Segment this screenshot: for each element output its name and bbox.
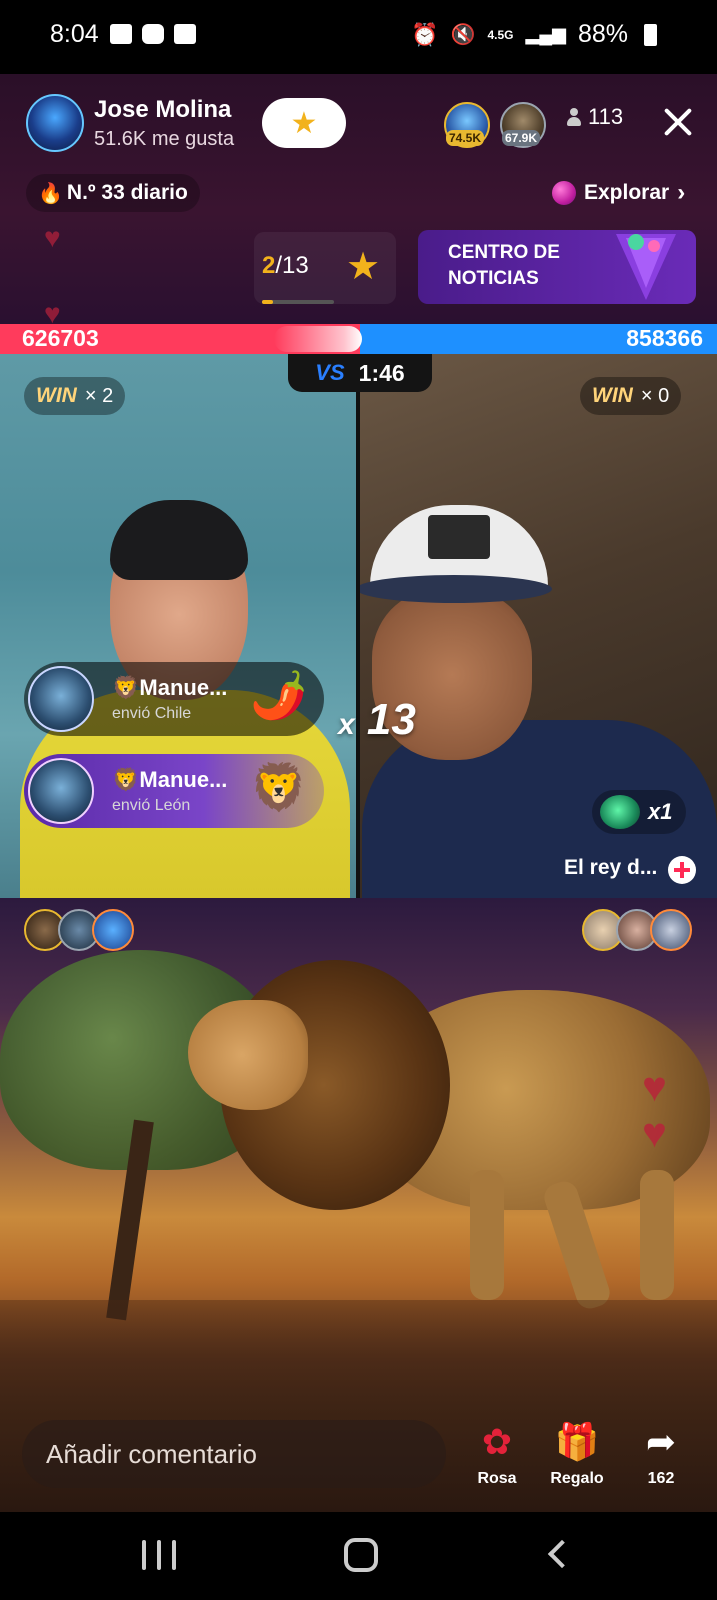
gift-label: Regalo [550, 1470, 604, 1487]
heart-icon: ♥ [44, 298, 61, 329]
news-center-label: CENTRO DE NOTICIAS [448, 242, 560, 289]
home-icon[interactable] [344, 1538, 378, 1572]
chevron-right-icon: › [677, 179, 686, 206]
challenge-total: /13 [275, 252, 309, 279]
heart-icon: ♥ [44, 222, 61, 253]
gift-combo-counter: x 13 [338, 695, 416, 745]
video-divider [356, 354, 360, 898]
flame-icon: 🔥 [38, 182, 63, 205]
right-win-badge: WIN × 0 [580, 377, 682, 415]
planet-icon [552, 181, 576, 205]
chili-gift-icon: 🌶️ [250, 669, 308, 721]
vs-icon: VS [315, 360, 345, 385]
star-icon: ★ [290, 106, 318, 140]
viewer-count-value: 113 [588, 104, 624, 129]
challenge-progress-text: 2/13 [262, 252, 309, 280]
signal-icon: ▂▄▆ [525, 24, 566, 44]
rose-gift-button[interactable]: ✿ Rosa [460, 1420, 534, 1488]
explore-button[interactable]: Explorar › [552, 174, 685, 212]
battery-icon [644, 23, 657, 46]
win-label: WIN [36, 384, 77, 407]
lion-leg-graphic [640, 1170, 674, 1300]
lion-leg-graphic [470, 1170, 504, 1300]
gift-box-icon: 🎁 [554, 1421, 600, 1462]
challenge-progress-fill [262, 300, 273, 304]
gift-action: envió León [112, 797, 191, 814]
follow-button[interactable]: ★ [262, 98, 346, 148]
gift-sender-avatar [28, 666, 94, 732]
lion-gift-icon: 🦁 [250, 761, 308, 813]
opponent-gift-count: x1 [648, 799, 673, 824]
left-win-badge: WIN × 2 [24, 377, 126, 415]
host-likes: 51.6K me gusta [94, 128, 235, 150]
network-label: 4.5G [487, 27, 514, 42]
person-icon [566, 108, 582, 126]
gift-cone-icon [616, 234, 676, 300]
top-viewer-badge: 74.5K [446, 130, 485, 146]
close-icon[interactable] [662, 106, 694, 138]
gift-sender-avatar [28, 758, 94, 824]
opponent-cap-patch [428, 515, 490, 559]
combo-prefix: x [338, 708, 355, 741]
mute-icon: 🔇 [450, 24, 476, 46]
win-count: × 0 [640, 384, 670, 407]
gift-action: envió Chile [112, 705, 192, 722]
comment-input[interactable]: Añadir comentario [22, 1420, 446, 1488]
opponent-name[interactable]: El rey d... [564, 856, 657, 880]
opponent-gift-indicator: x1 [592, 790, 687, 834]
win-count: × 2 [84, 384, 114, 407]
youtube-notification-icon [142, 24, 164, 44]
gift-icon [600, 795, 640, 829]
battle-timer-value: 1:46 [358, 359, 405, 386]
combo-count: 13 [366, 695, 416, 744]
lion-face-graphic [188, 1000, 308, 1110]
heart-icon: ♥ ♥ [642, 1063, 667, 1156]
challenge-progress-track [262, 300, 334, 304]
alarm-icon: ⏰ [411, 21, 439, 47]
notification-icons [110, 24, 196, 44]
calendar-notification-icon [174, 24, 196, 44]
host-avatar[interactable] [26, 94, 84, 152]
image-notification-icon [110, 24, 132, 44]
score-burst [274, 326, 362, 352]
gift-sender-name: 🦁Manue... [112, 767, 228, 792]
gift-sender-name: 🦁Manue... [112, 675, 228, 700]
comment-placeholder: Añadir comentario [46, 1438, 257, 1469]
share-button[interactable]: ➦ 162 [624, 1420, 698, 1488]
status-time: 8:04 [50, 20, 99, 48]
opponent-team-avatar[interactable] [650, 909, 692, 951]
top-viewer-badge: 67.9K [502, 130, 541, 146]
gift-button[interactable]: 🎁 Regalo [540, 1420, 614, 1488]
win-label: WIN [592, 384, 633, 407]
host-team-avatar[interactable] [92, 909, 134, 951]
opponent-cap-brim [356, 575, 552, 603]
battery-percent: 88% [577, 20, 628, 48]
battle-timer: VS 1:46 [288, 354, 432, 392]
challenge-current: 2 [262, 252, 276, 279]
star-icon: ★ [346, 246, 381, 288]
explore-label: Explorar [584, 181, 670, 204]
share-count: 162 [647, 1470, 675, 1487]
daily-rank-badge[interactable]: 🔥 N.º 33 diario [26, 174, 200, 212]
right-team-score: 858366 [626, 325, 703, 351]
status-right: ⏰ 🔇 4.5G ▂▄▆ 88% [411, 20, 657, 49]
share-icon: ➦ [645, 1421, 677, 1462]
rose-label: Rosa [477, 1470, 517, 1487]
rose-icon: ✿ [481, 1421, 513, 1462]
viewer-count[interactable]: 113 [566, 104, 623, 130]
follow-opponent-plus-icon[interactable] [668, 856, 696, 884]
daily-rank-label: N.º 33 diario [66, 181, 188, 204]
recent-apps-icon[interactable] [142, 1540, 176, 1570]
host-name[interactable]: Jose Molina [94, 96, 231, 124]
